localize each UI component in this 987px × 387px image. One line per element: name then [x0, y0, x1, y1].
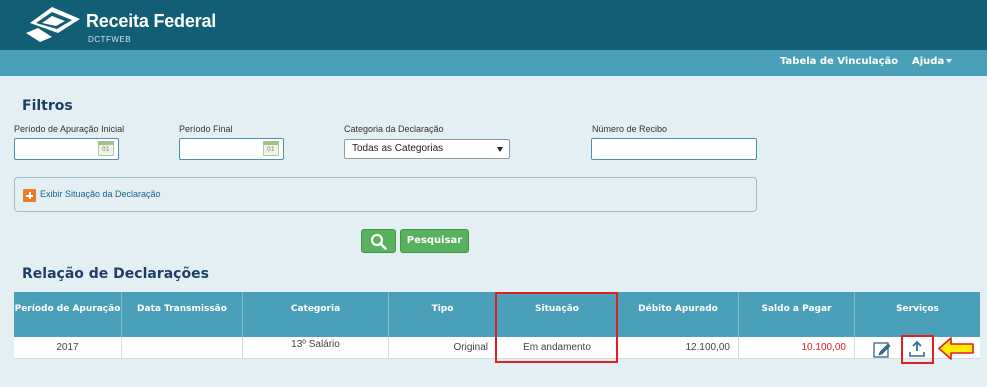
results-title: Relação de Declarações — [22, 266, 209, 282]
categoria-select[interactable]: Todas as Categorias — [344, 139, 510, 159]
col-data-transmissao: Data Transmissão — [122, 292, 243, 337]
nav-ajuda-menu[interactable]: Ajuda — [912, 56, 953, 67]
col-categoria: Categoria — [243, 292, 389, 337]
cell-categoria: 13º Salário — [243, 337, 389, 359]
arrow-pointer-icon — [938, 337, 974, 360]
categoria-selected-value: Todas as Categorias — [352, 143, 444, 154]
col-tipo: Tipo — [389, 292, 497, 337]
col-debito-apurado: Débito Apurado — [618, 292, 739, 337]
nav-tabela-vinculacao[interactable]: Tabela de Vinculação — [780, 56, 898, 67]
receita-federal-logo — [26, 7, 80, 42]
cell-data-transmissao — [122, 337, 243, 359]
categoria-label: Categoria da Declaração — [344, 124, 444, 134]
col-saldo-a-pagar: Saldo a Pagar — [739, 292, 855, 337]
periodo-final-input[interactable]: 01 — [179, 138, 284, 160]
situacao-panel: Exibir Situação da Declaração — [14, 177, 757, 212]
cell-debito-apurado: 12.100,00 — [618, 337, 739, 359]
cell-saldo-a-pagar: 10.100,00 — [739, 337, 855, 359]
table-header: Período de Apuração Data Transmissão Cat… — [14, 292, 980, 337]
col-servicos: Serviços — [896, 304, 939, 314]
brand-name: Receita Federal — [86, 11, 217, 31]
cell-tipo: Original — [389, 337, 497, 359]
col-situacao: Situação — [497, 292, 618, 337]
calendar-icon[interactable]: 01 — [98, 141, 114, 156]
cell-periodo: 2017 — [14, 337, 122, 359]
calendar-day: 01 — [102, 146, 110, 153]
dropdown-arrow-icon — [497, 147, 503, 152]
upload-icon[interactable] — [907, 340, 927, 359]
periodo-final-label: Período Final — [179, 124, 233, 134]
numero-recibo-input[interactable] — [591, 138, 757, 160]
caret-down-icon — [946, 59, 953, 63]
calendar-day: 01 — [267, 146, 275, 153]
search-icon — [370, 233, 387, 250]
numero-recibo-label: Número de Recibo — [592, 124, 668, 134]
cell-situacao: Em andamento — [497, 337, 618, 359]
col-periodo: Período de Apuração — [14, 292, 122, 337]
app-header: Receita Federal DCTFWEB — [0, 0, 987, 50]
periodo-inicial-input[interactable]: 01 — [14, 138, 119, 160]
brand-subtitle: DCTFWEB — [88, 35, 132, 44]
periodo-inicial-label: Período de Apuração Inicial — [14, 124, 125, 134]
edit-icon[interactable] — [873, 341, 891, 359]
filters-title: Filtros — [22, 98, 73, 114]
nav-ajuda-label: Ajuda — [912, 56, 945, 67]
exibir-situacao-toggle[interactable]: Exibir Situação da Declaração — [40, 189, 161, 199]
search-button[interactable] — [361, 229, 396, 253]
pesquisar-button[interactable]: Pesquisar — [400, 229, 469, 253]
top-navbar: Tabela de Vinculação Ajuda — [0, 50, 987, 76]
table-row: 2017 13º Salário Original Em andamento 1… — [14, 337, 980, 359]
calendar-icon[interactable]: 01 — [263, 141, 279, 156]
plus-icon[interactable] — [23, 189, 36, 202]
